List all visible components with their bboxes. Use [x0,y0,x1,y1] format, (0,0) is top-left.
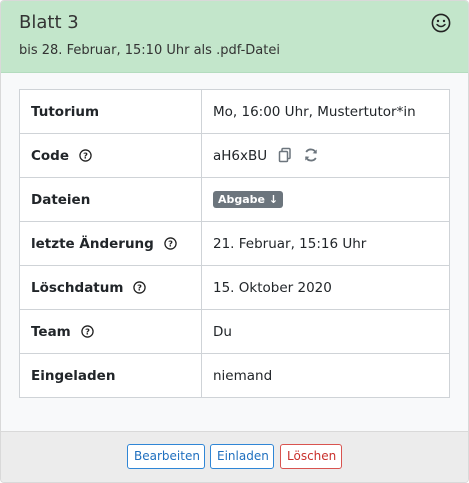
table-row: Löschdatum ? 15. Oktober 2020 [19,265,450,310]
svg-text:?: ? [138,282,143,292]
table-row: Dateien Abgabe ↓ [19,177,450,222]
table-row: Code ? aH6xBU [19,133,450,178]
copy-icon[interactable] [277,147,293,163]
table-row: Tutorium Mo, 16:00 Uhr, Mustertutor*in [19,89,450,134]
row-label-cell-loeschdatum: Löschdatum ? [19,265,202,310]
help-icon[interactable]: ? [164,236,177,250]
row-value-loeschdatum: 15. Oktober 2020 [201,265,450,310]
row-value-team: Du [201,309,450,354]
row-label-loeschdatum: Löschdatum [31,279,124,296]
row-value-cell-code: aH6xBU [201,133,450,178]
row-value-code: aH6xBU [213,148,268,164]
row-value-letzte-aenderung: 21. Februar, 15:16 Uhr [201,221,450,266]
card-title: Blatt 3 [19,12,79,33]
table-row: letzte Änderung ? 21. Februar, 15:16 Uhr [19,221,450,266]
row-label-code: Code [31,147,70,164]
row-label-letzte-aenderung: letzte Änderung [31,235,154,252]
delete-button[interactable]: Löschen [280,444,342,469]
svg-text:?: ? [83,150,88,160]
table-row: Team ? Du [19,309,450,354]
row-label-cell-letzte-aenderung: letzte Änderung ? [19,221,202,266]
row-label-cell-team: Team ? [19,309,202,354]
submission-download-badge[interactable]: Abgabe ↓ [213,191,284,208]
table-row: Eingeladen niemand [19,353,450,398]
help-icon[interactable]: ? [81,324,94,338]
row-value-cell-dateien: Abgabe ↓ [201,177,450,222]
submission-card: Blatt 3 bis 28. Februar, 15:10 Uhr als .… [0,0,469,483]
refresh-icon[interactable] [303,147,319,163]
svg-text:?: ? [85,326,90,336]
row-label-team: Team [31,323,71,340]
row-label-cell-code: Code ? [19,133,202,178]
svg-text:?: ? [168,238,173,248]
card-header: Blatt 3 bis 28. Februar, 15:10 Uhr als .… [1,1,468,73]
details-table: Tutorium Mo, 16:00 Uhr, Mustertutor*in C… [19,89,450,398]
row-label-dateien: Dateien [19,177,202,222]
row-label-tutorium: Tutorium [19,89,202,134]
smiley-icon [431,13,451,33]
row-label-eingeladen: Eingeladen [19,353,202,398]
card-body: Tutorium Mo, 16:00 Uhr, Mustertutor*in C… [1,73,468,431]
invite-button[interactable]: Einladen [210,444,274,469]
row-value-tutorium: Mo, 16:00 Uhr, Mustertutor*in [201,89,450,134]
help-icon[interactable]: ? [133,280,147,294]
help-icon[interactable]: ? [79,148,92,162]
card-subtitle: bis 28. Februar, 15:10 Uhr als .pdf-Date… [19,43,280,58]
card-footer: Bearbeiten Einladen Löschen [1,431,468,482]
row-value-eingeladen: niemand [201,353,450,398]
edit-button[interactable]: Bearbeiten [127,444,205,469]
